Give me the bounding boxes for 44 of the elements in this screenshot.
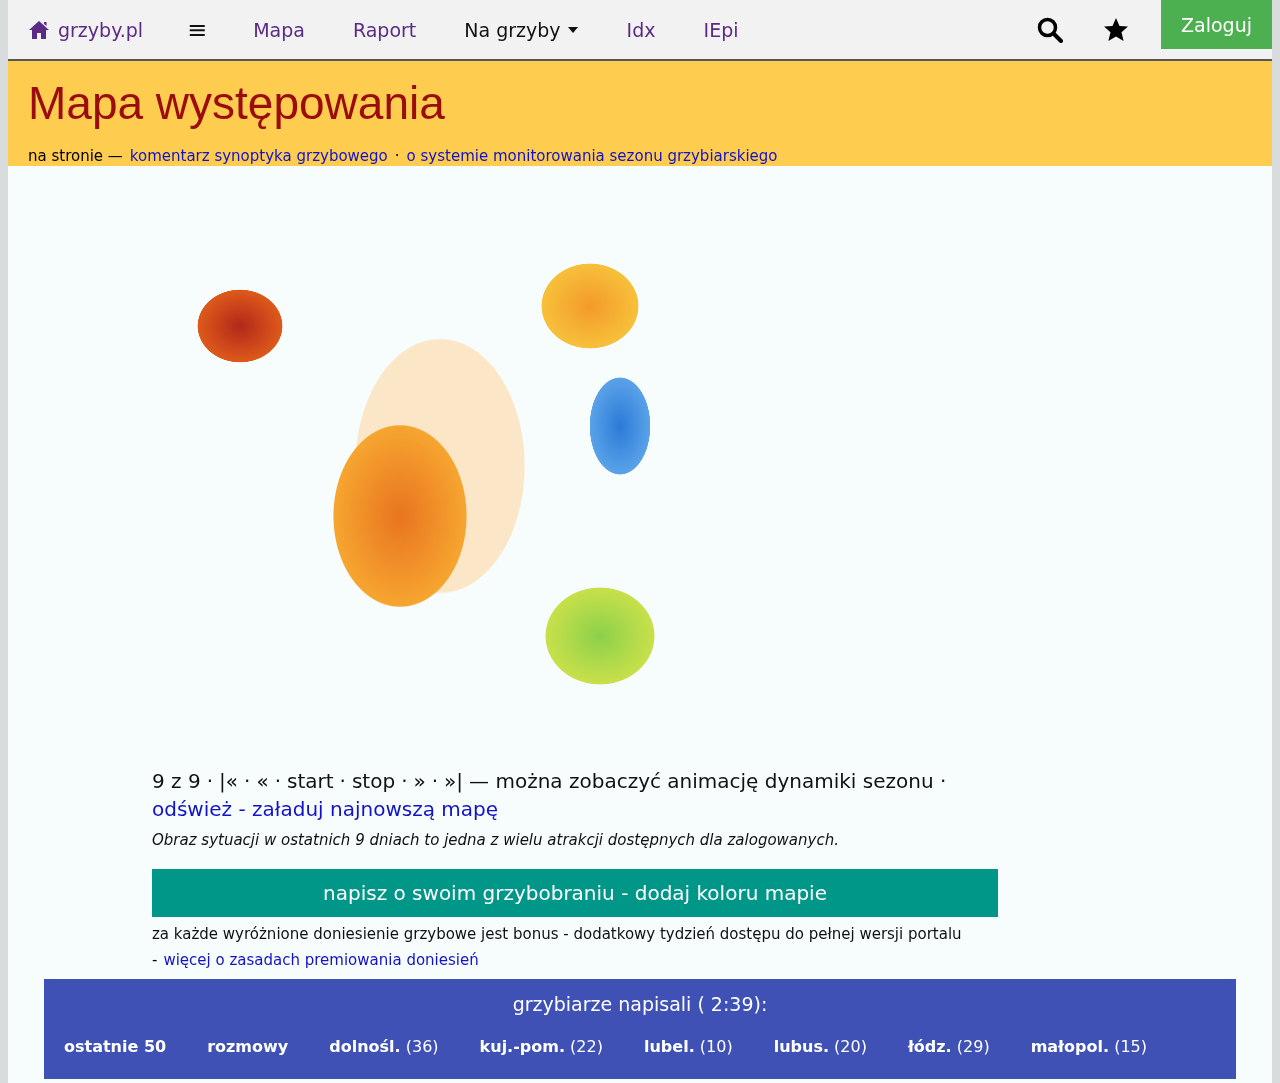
info-text: Obraz sytuacji w ostatnich 9 dniach to jedna z wielu atrakcji dostępnych dla zalogowanych. bbox=[152, 831, 839, 849]
animation-note: — można zobaczyć animację dynamiki sezonu · bbox=[469, 769, 947, 793]
region-tab[interactable]: dolnośl. (36) bbox=[329, 1037, 439, 1056]
dash-text: - bbox=[152, 951, 158, 969]
region-tab[interactable]: łódz. (29) bbox=[907, 1037, 990, 1056]
animation-control[interactable]: »| bbox=[444, 769, 464, 793]
region-tab[interactable]: lubus. (20) bbox=[773, 1037, 867, 1056]
region-tab[interactable]: lubel. (10) bbox=[643, 1037, 733, 1056]
animation-control[interactable]: start bbox=[287, 769, 334, 793]
nav-link[interactable]: IEpi bbox=[685, 18, 757, 41]
region-tab[interactable]: ostatnie 50 bbox=[64, 1037, 167, 1056]
rules-link[interactable]: więcej o zasadach premiowania doniesień bbox=[163, 951, 479, 969]
nav-link[interactable]: Mapa bbox=[235, 18, 323, 41]
dropdown-menu[interactable]: Na grzyby bbox=[446, 18, 597, 41]
page-title: Mapa występowania bbox=[28, 77, 446, 129]
separator-dot: · bbox=[274, 769, 281, 793]
nav-link[interactable]: Idx bbox=[608, 18, 674, 41]
separator-dot: · bbox=[394, 147, 400, 165]
refresh-link[interactable]: odśwież - załaduj najnowszą mapę bbox=[152, 797, 498, 821]
animation-control[interactable]: » bbox=[413, 769, 426, 793]
animation-control[interactable]: |« bbox=[219, 769, 238, 793]
page-link[interactable]: komentarz synoptyka grzybowego bbox=[129, 147, 388, 165]
separator-dot: · bbox=[339, 769, 346, 793]
animation-control[interactable]: stop bbox=[351, 769, 396, 793]
frame-counter: 9 z 9 bbox=[152, 769, 201, 793]
page-link[interactable]: o systemie monitorowania sezonu grzybiarskiego bbox=[406, 147, 778, 165]
separator-dot: · bbox=[244, 769, 251, 793]
region-tab[interactable]: rozmowy bbox=[207, 1037, 289, 1056]
separator-dot: · bbox=[431, 769, 439, 793]
nav-link[interactable]: Raport bbox=[334, 18, 435, 41]
menu-icon[interactable]: ≡ bbox=[179, 15, 216, 44]
report-button[interactable]: napisz o swoim grzybobraniu - dodaj koloru mapie bbox=[152, 869, 998, 917]
home-icon bbox=[28, 19, 50, 40]
reports-title: grzybiarze napisali ( 2:39): bbox=[511, 993, 769, 1015]
brand-name: grzyby.pl bbox=[58, 18, 144, 41]
separator-dot: · bbox=[401, 769, 408, 793]
home-link[interactable]: grzyby.pl bbox=[28, 18, 144, 41]
region-tab[interactable]: małopol. (15) bbox=[1030, 1037, 1147, 1056]
bonus-text: za każde wyróżnione doniesienie grzybowe jest bonus - dodatkowy tydzień dostępu do pełnej wersji portalu bbox=[152, 925, 962, 943]
caret-icon bbox=[566, 25, 579, 34]
region-tab[interactable]: kuj.-pom. (22) bbox=[479, 1037, 603, 1056]
subtitle-prefix: na stronie — bbox=[28, 147, 123, 165]
separator-dot: · bbox=[206, 769, 214, 793]
animation-control[interactable]: « bbox=[256, 769, 269, 793]
